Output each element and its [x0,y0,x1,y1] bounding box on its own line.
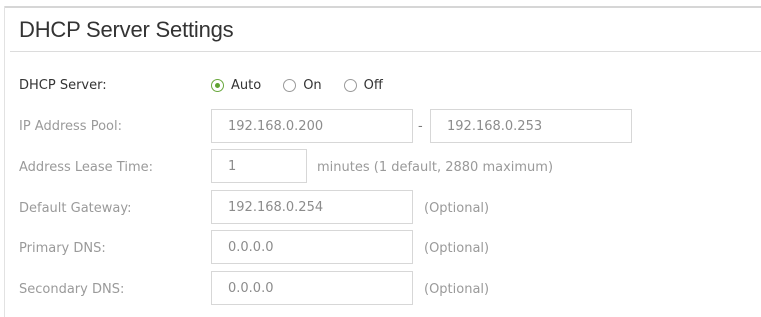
section-title: DHCP Server Settings [19,17,234,42]
radio-auto-label: Auto [231,78,262,93]
dhcp-mode-off-option[interactable]: Off [343,78,383,93]
ip-pool-end-input[interactable] [430,109,632,143]
radio-off[interactable] [343,79,357,92]
ip-pool-label: IP Address Pool: [19,119,122,134]
radio-on[interactable] [283,79,297,92]
secondary-dns-label: Secondary DNS: [19,282,125,297]
ip-pool-start-input[interactable] [211,109,413,143]
dhcp-mode-auto-option[interactable]: Auto [211,78,261,93]
radio-on-label: On [303,78,322,93]
title-divider [10,51,761,52]
lease-time-label: Address Lease Time: [19,160,153,175]
gateway-input[interactable] [211,190,413,224]
primary-dns-hint: (Optional) [424,241,490,256]
dhcp-server-radio-group: Auto On Off [211,78,405,93]
lease-time-hint: minutes (1 default, 2880 maximum) [317,160,554,175]
primary-dns-input[interactable] [211,230,413,264]
gateway-hint: (Optional) [424,201,490,216]
radio-auto[interactable] [211,79,224,92]
radio-off-label: Off [363,78,383,93]
lease-time-input[interactable] [211,149,307,183]
gateway-label: Default Gateway: [19,201,132,216]
secondary-dns-hint: (Optional) [424,282,490,297]
primary-dns-label: Primary DNS: [19,241,106,256]
panel-top-border [4,6,761,8]
ip-pool-separator: - [418,119,423,134]
dhcp-mode-on-option[interactable]: On [283,78,322,93]
dhcp-settings-panel: DHCP Server Settings DHCP Server: Auto O… [0,0,761,317]
dhcp-server-label: DHCP Server: [19,78,107,93]
panel-left-border [4,6,5,317]
secondary-dns-input[interactable] [211,271,413,305]
